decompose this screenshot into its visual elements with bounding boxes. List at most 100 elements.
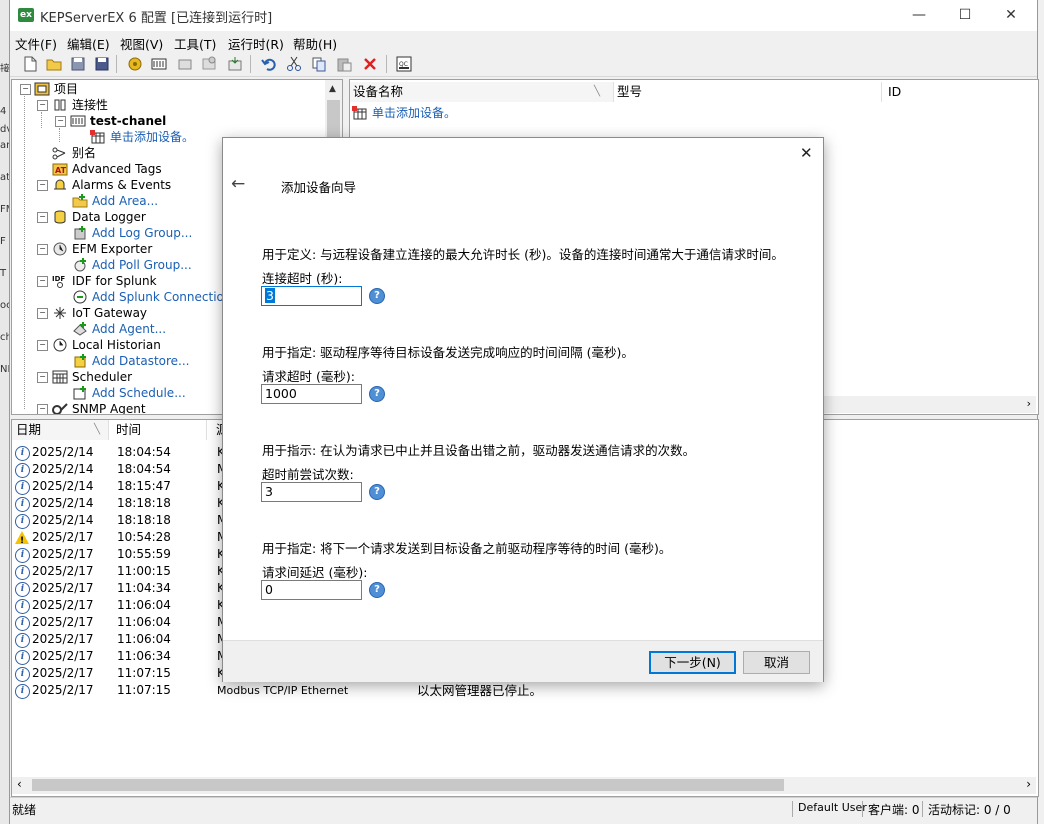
event-log-hscrollbar[interactable]: ‹ › xyxy=(12,777,1036,794)
log-date: 2025/2/14 xyxy=(32,445,94,459)
menu-view[interactable]: 视图(V) xyxy=(120,34,163,53)
delete-icon[interactable] xyxy=(361,55,379,73)
tree-item-efm-exporter[interactable]: EFM Exporter xyxy=(52,241,152,257)
tree-label: IoT Gateway xyxy=(72,306,148,320)
column-header-model[interactable]: 型号 xyxy=(617,82,877,102)
menu-help[interactable]: 帮助(H) xyxy=(293,34,337,53)
help-icon[interactable]: ? xyxy=(369,484,385,500)
tree-item-add-log-group[interactable]: Add Log Group... xyxy=(72,225,192,241)
menu-file[interactable]: 文件(F) xyxy=(15,34,57,53)
collapse-toggle[interactable]: − xyxy=(37,212,48,223)
copy-icon[interactable] xyxy=(310,55,328,73)
tree-item-project[interactable]: 项目 xyxy=(34,81,78,97)
column-header-device-name[interactable]: 设备名称 ╲ xyxy=(350,82,614,102)
tree-item-iot-gateway[interactable]: IoT Gateway xyxy=(52,305,147,321)
log-time: 11:06:04 xyxy=(117,615,171,629)
dialog-close-button[interactable]: ✕ xyxy=(800,144,813,162)
save-as-icon[interactable] xyxy=(93,55,111,73)
connect-timeout-input[interactable]: 3 xyxy=(261,286,362,306)
undo-icon[interactable] xyxy=(260,55,278,73)
scroll-right-icon[interactable]: › xyxy=(1027,397,1031,410)
tree-label: Add Log Group... xyxy=(92,226,193,240)
paste-icon[interactable] xyxy=(335,55,353,73)
collapse-toggle[interactable]: − xyxy=(37,308,48,319)
scroll-right-icon[interactable]: › xyxy=(1026,777,1031,791)
peek-text: 接 xyxy=(0,64,9,72)
collapse-toggle[interactable]: − xyxy=(37,340,48,351)
tree-item-add-splunk[interactable]: Add Splunk Connection... xyxy=(72,289,243,305)
new-channel-icon[interactable] xyxy=(150,55,168,73)
tree-item-idf-splunk[interactable]: IDF IDF for Splunk xyxy=(52,273,157,289)
menu-edit[interactable]: 编辑(E) xyxy=(67,34,110,53)
collapse-toggle[interactable]: − xyxy=(37,244,48,255)
open-folder-icon[interactable] xyxy=(45,55,63,73)
collapse-toggle[interactable]: − xyxy=(55,116,66,127)
request-timeout-input[interactable]: 1000 xyxy=(261,384,362,404)
cancel-button[interactable]: 取消 xyxy=(743,651,810,674)
tree-item-scheduler[interactable]: Scheduler xyxy=(52,369,132,385)
minimize-button[interactable]: — xyxy=(896,0,942,31)
help-icon[interactable]: ? xyxy=(369,582,385,598)
tree-item-add-schedule[interactable]: Add Schedule... xyxy=(72,385,186,401)
back-arrow-icon[interactable]: ← xyxy=(231,174,245,194)
tree-item-snmp-agent[interactable]: SNMP Agent xyxy=(52,401,146,414)
tree-item-add-area[interactable]: Add Area... xyxy=(72,193,158,209)
tree-label: 别名 xyxy=(72,146,97,160)
next-button[interactable]: 下一步(N) xyxy=(649,651,736,674)
menu-runtime[interactable]: 运行时(R) xyxy=(228,34,284,53)
field-description: 用于指定: 将下一个请求发送到目标设备之前驱动程序等待的时间 (毫秒)。 xyxy=(262,541,672,556)
connect-icon[interactable] xyxy=(126,55,144,73)
tree-item-add-datastore[interactable]: Add Datastore... xyxy=(72,353,190,369)
new-device-icon[interactable] xyxy=(176,55,194,73)
add-device-link[interactable]: 单击添加设备。 xyxy=(352,105,456,121)
tree-item-data-logger[interactable]: Data Logger xyxy=(52,209,146,225)
close-window-button[interactable]: ✕ xyxy=(988,0,1034,31)
column-header-date[interactable]: 日期 ╲ xyxy=(12,420,109,440)
help-icon[interactable]: ? xyxy=(369,288,385,304)
log-row[interactable]: i 2025/2/17 11:07:15 Modbus TCP/IP Ethernet… xyxy=(12,682,1012,699)
scroll-left-icon[interactable]: ‹ xyxy=(17,777,22,791)
tree-item-add-agent[interactable]: Add Agent... xyxy=(72,321,166,337)
help-icon[interactable]: ? xyxy=(369,386,385,402)
new-file-icon[interactable] xyxy=(21,55,39,73)
save-icon[interactable] xyxy=(69,55,87,73)
log-date: 2025/2/17 xyxy=(32,581,94,595)
properties-icon[interactable] xyxy=(200,55,218,73)
tree-label: 单击添加设备。 xyxy=(110,130,195,144)
attempts-input[interactable]: 3 xyxy=(261,482,362,502)
collapse-toggle[interactable]: − xyxy=(37,180,48,191)
log-time: 11:07:15 xyxy=(117,666,171,680)
log-date: 2025/2/17 xyxy=(32,530,94,544)
tree-item-add-poll-group[interactable]: Add Poll Group... xyxy=(72,257,192,273)
inter-request-delay-input[interactable]: 0 xyxy=(261,580,362,600)
cut-icon[interactable] xyxy=(285,55,303,73)
dialog-title: 添加设备向导 xyxy=(281,180,357,195)
import-icon[interactable] xyxy=(226,55,244,73)
tree-item-local-historian[interactable]: Local Historian xyxy=(52,337,161,353)
collapse-toggle[interactable]: − xyxy=(37,372,48,383)
scroll-thumb[interactable] xyxy=(32,779,784,791)
add-device-icon xyxy=(352,105,368,120)
tree-item-aliases[interactable]: 别名 xyxy=(52,145,96,161)
log-time: 11:00:15 xyxy=(117,564,171,578)
sort-icon: ╲ xyxy=(94,424,101,435)
log-date: 2025/2/17 xyxy=(32,547,94,561)
column-header-id[interactable]: ID xyxy=(881,82,1038,102)
collapse-toggle[interactable]: − xyxy=(37,404,48,414)
menu-tools[interactable]: 工具(T) xyxy=(174,34,216,53)
tree-item-alarms[interactable]: Alarms & Events xyxy=(52,177,171,193)
tree-item-connectivity[interactable]: 连接性 xyxy=(52,97,108,113)
column-header-time[interactable]: 时间 xyxy=(116,420,207,440)
tree-item-channel[interactable]: test-chanel xyxy=(70,113,166,129)
tree-label: Local Historian xyxy=(72,338,161,352)
collapse-toggle[interactable]: − xyxy=(20,84,31,95)
window-title: KEPServerEX 6 配置 [已连接到运行时] xyxy=(40,11,273,26)
collapse-toggle[interactable]: − xyxy=(37,100,48,111)
tree-item-advanced-tags[interactable]: AT Advanced Tags xyxy=(52,161,162,177)
collapse-toggle[interactable]: − xyxy=(37,276,48,287)
quick-client-icon[interactable]: QC xyxy=(395,55,413,73)
tree-label: test-chanel xyxy=(90,114,167,128)
scroll-up-icon[interactable]: ▲ xyxy=(329,84,336,94)
maximize-button[interactable]: ☐ xyxy=(942,0,988,31)
tree-item-add-device[interactable]: 单击添加设备。 xyxy=(90,129,194,145)
